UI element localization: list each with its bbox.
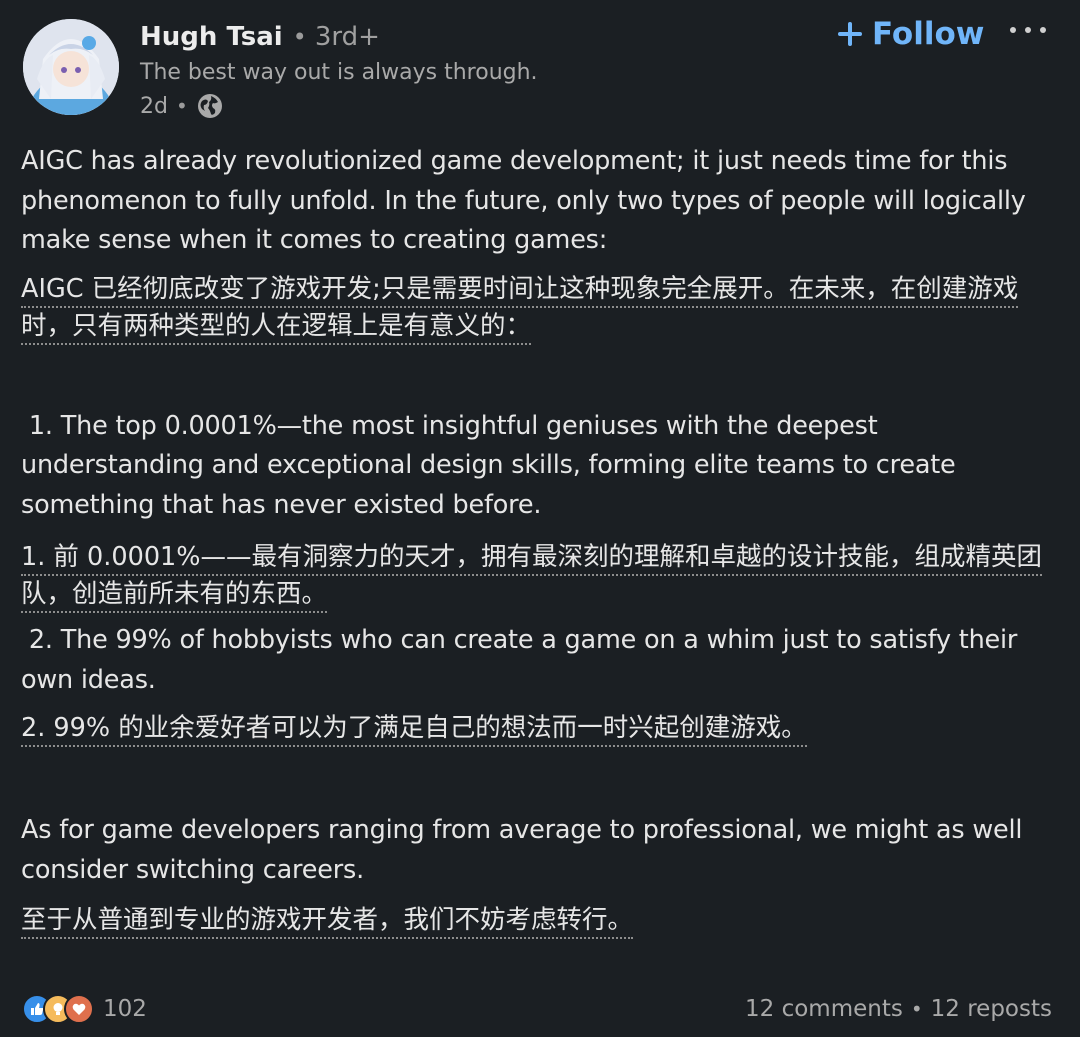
post-body: AIGC has already revolutionized game dev…	[21, 142, 1051, 939]
list-item-2-en: 2. The 99% of hobbyists who can create a…	[21, 625, 1026, 695]
separator-dot: •	[292, 23, 307, 51]
feed-post: Hugh Tsai • 3rd+ The best way out is alw…	[0, 0, 1080, 1037]
separator-dot: •	[175, 94, 188, 118]
globe-icon	[196, 92, 224, 120]
translation-text: 1. 前 0.0001%——最有洞察力的天才，拥有最深刻的理解和卓越的设计技能，…	[21, 542, 1042, 613]
love-icon	[64, 994, 94, 1024]
translation-text: AIGC 已经彻底改变了游戏开发;只是需要时间让这种现象完全展开。在未来，在创建…	[21, 273, 1019, 345]
post-meta: 2d •	[140, 92, 224, 120]
list-item-1-en: 1. The top 0.0001%—the most insightful g…	[21, 410, 964, 520]
reactions-summary[interactable]: 102	[22, 994, 147, 1024]
social-counts: 12 comments • 12 reposts	[745, 996, 1052, 1022]
post-time: 2d	[140, 93, 168, 119]
connection-degree: 3rd+	[314, 22, 380, 52]
plus-icon	[838, 22, 862, 46]
translation-text: 至于从普通到专业的游戏开发者，我们不妨考虑转行。	[21, 905, 634, 939]
author-name[interactable]: Hugh Tsai	[140, 22, 283, 52]
follow-button[interactable]: Follow	[838, 12, 984, 56]
follow-label: Follow	[872, 16, 985, 52]
reposts-link[interactable]: 12 reposts	[931, 996, 1052, 1022]
author-name-row: Hugh Tsai • 3rd+	[140, 22, 380, 52]
avatar-image	[23, 19, 119, 115]
list-item-2-zh: 2. 99% 的业余爱好者可以为了满足自己的想法而一时兴起创建游戏。	[21, 710, 1051, 747]
separator-dot: •	[910, 997, 923, 1021]
paragraph-1-en: AIGC has already revolutionized game dev…	[21, 146, 1026, 255]
author-avatar[interactable]	[23, 19, 119, 115]
comments-link[interactable]: 12 comments	[745, 996, 903, 1022]
translation-text: 2. 99% 的业余爱好者可以为了满足自己的想法而一时兴起创建游戏。	[21, 713, 807, 747]
reaction-count: 102	[103, 996, 147, 1022]
paragraph-1-zh: AIGC 已经彻底改变了游戏开发;只是需要时间让这种现象完全展开。在未来，在创建…	[21, 271, 1051, 345]
paragraph-3-zh: 至于从普通到专业的游戏开发者，我们不妨考虑转行。	[21, 902, 1051, 939]
list-item-1-zh: 1. 前 0.0001%——最有洞察力的天才，拥有最深刻的理解和卓越的设计技能，…	[21, 539, 1051, 613]
author-headline: The best way out is always through.	[140, 60, 538, 85]
more-options-icon[interactable]	[1010, 18, 1046, 42]
paragraph-3-en: As for game developers ranging from aver…	[21, 815, 1023, 885]
